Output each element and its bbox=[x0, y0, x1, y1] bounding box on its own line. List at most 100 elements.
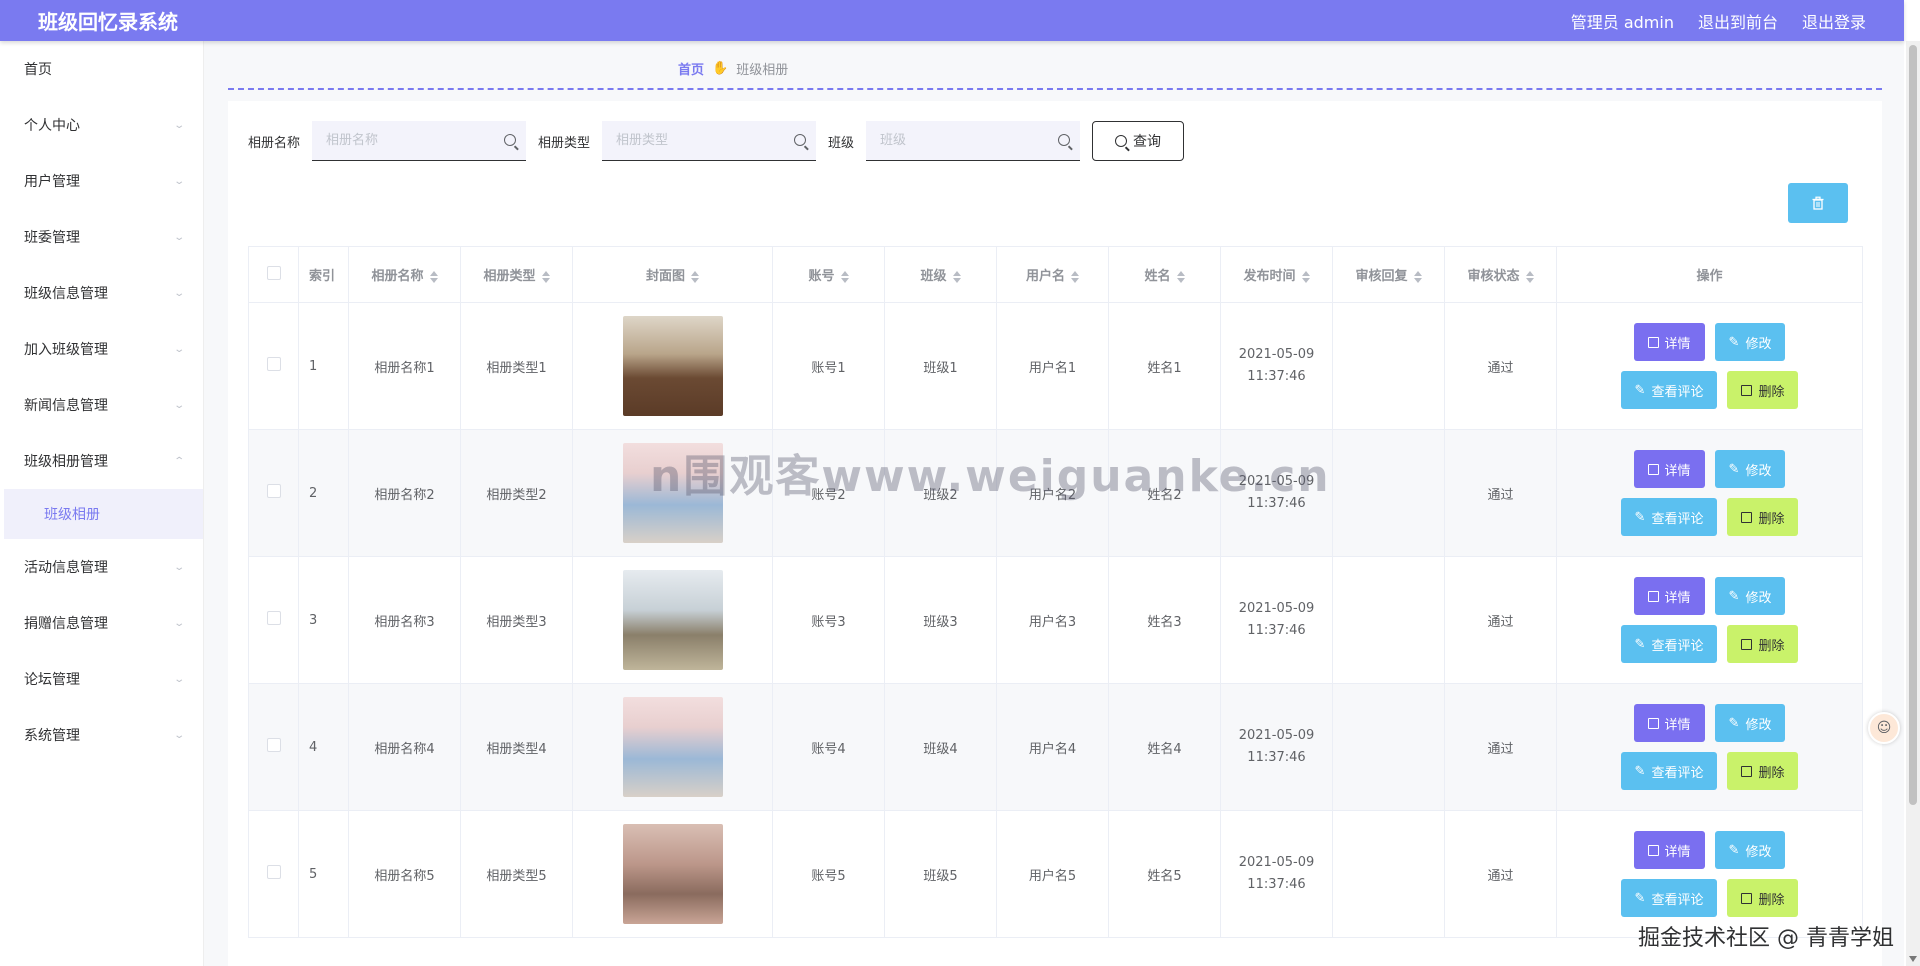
sidebar-item-3[interactable]: 班委管理 ⌄ bbox=[4, 209, 203, 265]
column-header-3[interactable]: 封面图 bbox=[572, 246, 773, 303]
edit-button[interactable]: ✎ 修改 bbox=[1714, 831, 1786, 869]
sort-icon[interactable] bbox=[691, 270, 699, 283]
sidebar-item-9[interactable]: 捐赠信息管理 ⌄ bbox=[4, 595, 203, 651]
column-header-4[interactable]: 账号 bbox=[772, 246, 885, 303]
select-all-checkbox[interactable] bbox=[266, 265, 281, 280]
column-header-label: 发布时间 bbox=[1243, 269, 1296, 284]
detail-button[interactable]: 详情 bbox=[1633, 704, 1705, 742]
assistant-avatar-icon[interactable]: ☺ bbox=[1868, 712, 1900, 744]
column-header-1[interactable]: 相册名称 bbox=[348, 246, 461, 303]
actions-cell: 详情 ✎ 修改 ✎ 查看评论 删除 bbox=[1556, 429, 1863, 557]
delete-button[interactable]: 删除 bbox=[1727, 752, 1799, 790]
scroll-down-arrow-icon[interactable] bbox=[1909, 956, 1917, 962]
sidebar-item-4[interactable]: 班级信息管理 ⌄ bbox=[4, 265, 203, 321]
sort-icon[interactable] bbox=[1071, 270, 1079, 283]
class-input[interactable] bbox=[866, 121, 1081, 160]
column-header-label: 封面图 bbox=[645, 269, 685, 284]
delete-button[interactable]: 删除 bbox=[1727, 625, 1799, 663]
trash-icon bbox=[1741, 511, 1753, 523]
cover-image[interactable] bbox=[622, 697, 723, 797]
detail-button[interactable]: 详情 bbox=[1633, 450, 1705, 488]
view-comments-button[interactable]: ✎ 查看评论 bbox=[1620, 879, 1718, 917]
row-checkbox[interactable] bbox=[266, 357, 281, 371]
class-cell: 班级5 bbox=[884, 810, 997, 938]
sort-icon[interactable] bbox=[541, 270, 550, 283]
sidebar-item-0[interactable]: 首页 bbox=[4, 41, 203, 97]
page-scrollbar[interactable] bbox=[1906, 41, 1920, 966]
breadcrumb-home[interactable]: 首页 bbox=[678, 59, 704, 78]
detail-button[interactable]: 详情 bbox=[1633, 577, 1705, 615]
scrollbar-thumb[interactable] bbox=[1909, 45, 1917, 805]
detail-button[interactable]: 详情 bbox=[1633, 831, 1705, 869]
column-header-10[interactable]: 审核状态 bbox=[1444, 246, 1557, 303]
column-header-0[interactable]: 索引 bbox=[298, 246, 349, 303]
chevron-down-icon: ⌄ bbox=[172, 617, 185, 629]
cover-image[interactable] bbox=[622, 824, 723, 924]
breadcrumb: 首页 ✋ 班级相册 bbox=[678, 59, 788, 78]
delete-button[interactable]: 删除 bbox=[1727, 371, 1799, 409]
column-header-9[interactable]: 审核回复 bbox=[1332, 246, 1445, 303]
table-row: 2 相册名称2 相册类型2 账号2 班级2 用户名2 姓名2 2021-05-09 11:37… bbox=[248, 429, 1863, 557]
edit-button[interactable]: ✎ 修改 bbox=[1714, 450, 1786, 488]
column-header-label: 用户名 bbox=[1025, 269, 1065, 284]
sidebar-item-11[interactable]: 系统管理 ⌄ bbox=[4, 707, 203, 763]
row-checkbox[interactable] bbox=[266, 484, 281, 498]
actions-cell: 详情 ✎ 修改 ✎ 查看评论 删除 bbox=[1556, 302, 1863, 430]
sidebar-subitem-album[interactable]: 班级相册 bbox=[4, 489, 203, 539]
column-header-8[interactable]: 发布时间 bbox=[1220, 246, 1333, 303]
query-button[interactable]: 查询 bbox=[1092, 121, 1185, 161]
publish-time-cell: 2021-05-09 11:37:46 bbox=[1220, 556, 1333, 684]
album-type-input[interactable] bbox=[602, 121, 817, 160]
sidebar-item-8[interactable]: 活动信息管理 ⌄ bbox=[4, 539, 203, 595]
cover-image[interactable] bbox=[622, 316, 723, 416]
sidebar-item-5[interactable]: 加入班级管理 ⌄ bbox=[4, 321, 203, 377]
sort-icon[interactable] bbox=[1176, 270, 1185, 283]
delete-button[interactable]: 删除 bbox=[1727, 498, 1799, 536]
realname-cell: 姓名1 bbox=[1108, 302, 1221, 430]
action-group: 详情 ✎ 修改 ✎ 查看评论 删除 bbox=[1558, 704, 1862, 790]
sidebar-item-2[interactable]: 用户管理 ⌄ bbox=[4, 153, 203, 209]
edit-button[interactable]: ✎ 修改 bbox=[1714, 704, 1786, 742]
sidebar-item-10[interactable]: 论坛管理 ⌄ bbox=[4, 651, 203, 707]
action-row: ✎ 查看评论 删除 bbox=[1620, 752, 1799, 790]
batch-delete-button[interactable] bbox=[1788, 183, 1848, 223]
chevron-down-icon: ⌄ bbox=[172, 119, 185, 131]
sort-icon[interactable] bbox=[1301, 270, 1310, 283]
edit-button[interactable]: ✎ 修改 bbox=[1714, 323, 1786, 361]
detail-button[interactable]: 详情 bbox=[1633, 323, 1705, 361]
album-type-cell: 相册类型1 bbox=[460, 302, 573, 430]
view-comments-button[interactable]: ✎ 查看评论 bbox=[1620, 752, 1718, 790]
delete-button[interactable]: 删除 bbox=[1727, 879, 1799, 917]
pencil-icon: ✎ bbox=[1634, 382, 1646, 398]
sort-icon[interactable] bbox=[1525, 270, 1534, 283]
view-comments-button[interactable]: ✎ 查看评论 bbox=[1620, 371, 1718, 409]
exit-to-frontend-link[interactable]: 退出到前台 bbox=[1698, 9, 1778, 33]
sort-icon[interactable] bbox=[840, 270, 849, 283]
cover-image[interactable] bbox=[622, 570, 723, 670]
view-comments-button[interactable]: ✎ 查看评论 bbox=[1620, 625, 1718, 663]
cover-image[interactable] bbox=[622, 443, 723, 543]
album-name-input[interactable] bbox=[312, 121, 527, 160]
view-comments-button[interactable]: ✎ 查看评论 bbox=[1620, 498, 1718, 536]
column-header-7[interactable]: 姓名 bbox=[1108, 246, 1221, 303]
column-header-label: 操作 bbox=[1696, 269, 1723, 284]
column-header-label: 相册名称 bbox=[371, 269, 424, 284]
logout-link[interactable]: 退出登录 bbox=[1802, 9, 1866, 33]
column-header-2[interactable]: 相册类型 bbox=[460, 246, 573, 303]
row-checkbox[interactable] bbox=[266, 611, 281, 625]
sort-icon[interactable] bbox=[1413, 270, 1422, 283]
column-header-5[interactable]: 班级 bbox=[884, 246, 997, 303]
admin-user-link[interactable]: 管理员 admin bbox=[1571, 9, 1674, 33]
account-cell: 账号3 bbox=[772, 556, 885, 684]
edit-button[interactable]: ✎ 修改 bbox=[1714, 577, 1786, 615]
action-row: 详情 ✎ 修改 bbox=[1633, 323, 1786, 361]
chevron-down-icon: ⌄ bbox=[172, 287, 185, 299]
sidebar-item-7[interactable]: 班级相册管理 ⌃ bbox=[4, 433, 203, 489]
row-checkbox[interactable] bbox=[266, 738, 281, 752]
sidebar-item-1[interactable]: 个人中心 ⌄ bbox=[4, 97, 203, 153]
column-header-6[interactable]: 用户名 bbox=[996, 246, 1109, 303]
sort-icon[interactable] bbox=[429, 270, 438, 283]
row-checkbox[interactable] bbox=[266, 865, 281, 879]
sidebar-item-6[interactable]: 新闻信息管理 ⌄ bbox=[4, 377, 203, 433]
sort-icon[interactable] bbox=[952, 270, 961, 283]
